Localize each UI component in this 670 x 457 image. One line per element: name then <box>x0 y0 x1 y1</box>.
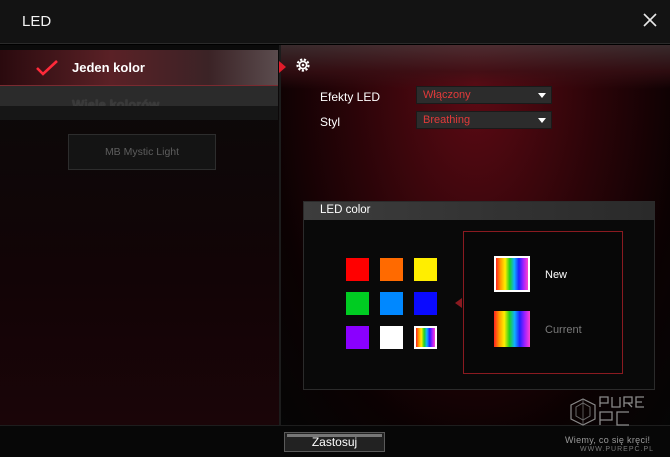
gear-icon[interactable] <box>295 57 311 73</box>
color-swatch-orange[interactable] <box>380 258 403 281</box>
color-swatch-blue[interactable] <box>414 292 437 315</box>
effects-dropdown[interactable]: Włączony <box>416 86 552 104</box>
color-swatch-white[interactable] <box>380 326 403 349</box>
apply-button[interactable]: Zastosuj <box>284 432 385 452</box>
window-title: LED <box>22 13 52 30</box>
title-bar: LED <box>0 0 670 44</box>
color-swatch-rainbow[interactable] <box>414 326 437 349</box>
sidebar-item-wiele-kolorow[interactable]: Wiele kolorów <box>0 86 278 112</box>
apply-label: Zastosuj <box>311 435 358 449</box>
checkmark-icon <box>36 60 58 76</box>
style-dropdown[interactable]: Breathing <box>416 111 552 129</box>
new-color-preview <box>494 256 530 292</box>
color-swatch-green[interactable] <box>346 292 369 315</box>
sidebar-item-shadow <box>0 106 278 120</box>
sidebar: Jeden kolor Wiele kolorów MB Mystic Ligh… <box>0 45 280 425</box>
color-preview-box <box>463 231 623 374</box>
purepc-logo <box>570 396 644 426</box>
color-swatch-red[interactable] <box>346 258 369 281</box>
chevron-down-icon <box>538 118 546 123</box>
settings-header-bar <box>281 45 670 89</box>
watermark-url: WWW.PUREPC.PL <box>580 446 655 453</box>
current-color-preview <box>494 311 530 347</box>
current-label: Current <box>545 324 582 336</box>
sidebar-item-jeden-kolor[interactable]: Jeden kolor <box>0 50 278 86</box>
new-label: New <box>545 269 568 281</box>
led-color-header: LED color <box>304 202 654 220</box>
watermark-slogan: Wiemy, co się kręci! <box>565 435 651 445</box>
style-label: Styl <box>320 115 341 129</box>
led-color-title: LED color <box>320 204 371 216</box>
color-swatch-sky-blue[interactable] <box>380 292 403 315</box>
mb-mystic-light-button[interactable]: MB Mystic Light <box>68 134 216 170</box>
style-value: Breathing <box>423 114 471 126</box>
color-swatch-yellow[interactable] <box>414 258 437 281</box>
color-swatch-purple[interactable] <box>346 326 369 349</box>
close-icon[interactable] <box>640 10 660 30</box>
preview-pointer-icon <box>455 298 462 308</box>
chevron-down-icon <box>538 93 546 98</box>
sidebar-item-label: Jeden kolor <box>72 60 145 75</box>
effects-label: Efekty LED <box>320 90 381 104</box>
active-pointer-icon <box>279 61 286 73</box>
effects-value: Włączony <box>423 89 471 101</box>
